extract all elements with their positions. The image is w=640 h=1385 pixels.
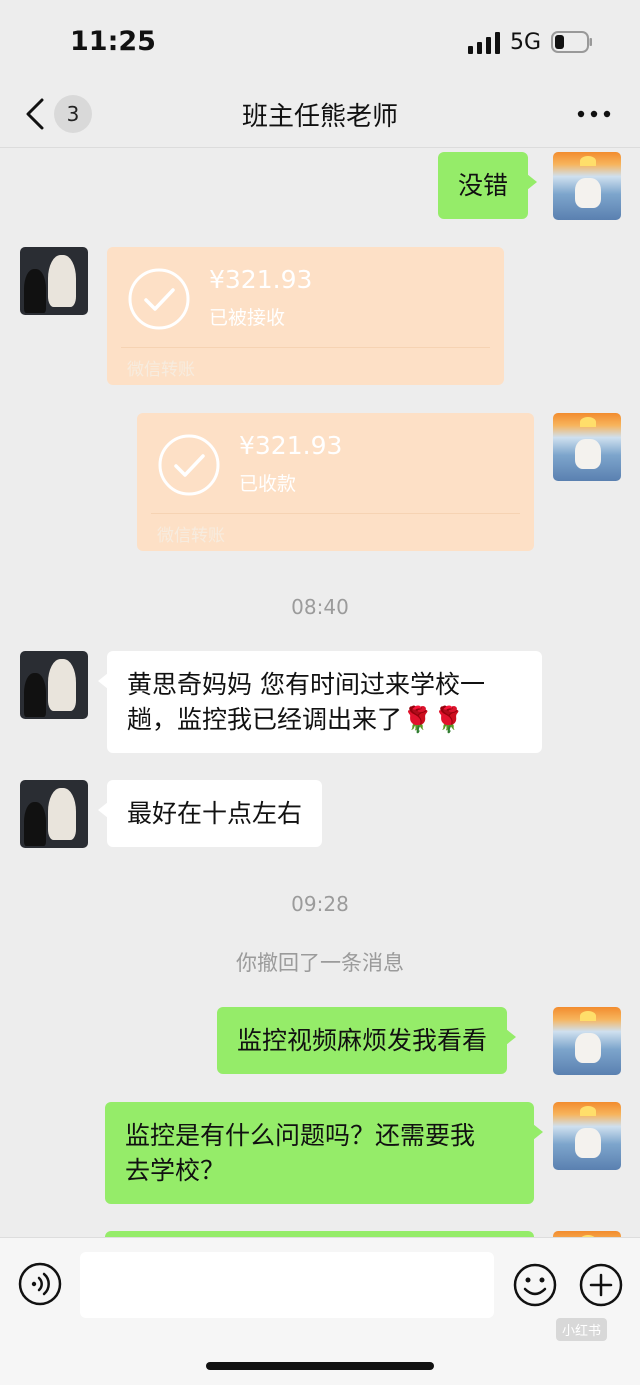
battery-icon: [551, 31, 592, 53]
recall-notice: 你撤回了一条消息: [236, 951, 404, 975]
message-bubble[interactable]: 监控是有什么问题吗？还需要我 去学校？: [105, 1102, 543, 1204]
message-text: 没错: [458, 171, 509, 200]
transfer-status: 已收款: [239, 473, 297, 495]
message-bubble[interactable]: 监控视频麻烦发我看看: [217, 1007, 517, 1074]
self-avatar[interactable]: [553, 152, 621, 220]
input-bar: 小红书: [0, 1237, 640, 1385]
status-bar: 11:25 5G: [0, 0, 640, 82]
signal-icon: [468, 32, 500, 54]
message-text: 最好在十点左右: [127, 799, 303, 828]
transfer-label: 微信转账: [157, 526, 225, 546]
message-timestamp: 08:40: [291, 595, 349, 619]
message-bubble[interactable]: 黄思奇妈妈 您有时间过来学校一 趟，监控我已经调出来了🌹🌹: [98, 651, 542, 753]
transfer-status: 已被接收: [209, 307, 286, 329]
more-icon[interactable]: [576, 104, 612, 124]
self-avatar[interactable]: [553, 1007, 621, 1075]
message-text-line: 趟，监控我已经调出来了🌹🌹: [127, 705, 465, 734]
message-timestamp: 09:28: [291, 892, 349, 916]
transfer-label: 微信转账: [127, 360, 195, 380]
watermark: 小红书: [556, 1318, 608, 1341]
chat-header: 3 班主任熊老师: [0, 82, 640, 148]
emoji-icon[interactable]: [512, 1262, 558, 1308]
transfer-amount: ¥321.93: [239, 431, 343, 460]
transfer-divider: [121, 347, 490, 348]
check-circle-icon: [158, 434, 220, 496]
message-text: 监控视频麻烦发我看看: [237, 1026, 488, 1055]
home-indicator[interactable]: [206, 1362, 434, 1370]
message-input[interactable]: [80, 1252, 494, 1318]
message-bubble[interactable]: 没错: [438, 152, 538, 219]
teacher-avatar[interactable]: [20, 651, 88, 719]
message-list[interactable]: 没错 ¥321.93 已被接收 微信转账 ¥321.93 已收款 微信转账 08…: [0, 149, 640, 1237]
network-type: 5G: [510, 30, 542, 55]
check-circle-icon: [128, 268, 190, 330]
self-avatar[interactable]: [553, 413, 621, 481]
teacher-avatar[interactable]: [20, 780, 88, 848]
message-bubble[interactable]: 最好在十点左右: [97, 780, 323, 847]
chat-title: 班主任熊老师: [241, 102, 398, 132]
voice-icon[interactable]: [18, 1262, 62, 1306]
transfer-card[interactable]: ¥321.93 已被接收 微信转账: [107, 247, 504, 385]
status-time: 11:25: [70, 26, 156, 57]
message-text-line: 黄思奇妈妈 您有时间过来学校一: [127, 670, 485, 699]
plus-icon[interactable]: [578, 1262, 624, 1308]
teacher-avatar[interactable]: [20, 247, 88, 315]
self-avatar[interactable]: [553, 1102, 621, 1170]
transfer-divider: [151, 513, 520, 514]
transfer-amount: ¥321.93: [209, 265, 313, 294]
message-text-line: 去学校？: [125, 1156, 226, 1185]
message-text-line: 监控是有什么问题吗？还需要我: [125, 1121, 476, 1150]
transfer-card[interactable]: ¥321.93 已收款 微信转账: [137, 413, 534, 551]
